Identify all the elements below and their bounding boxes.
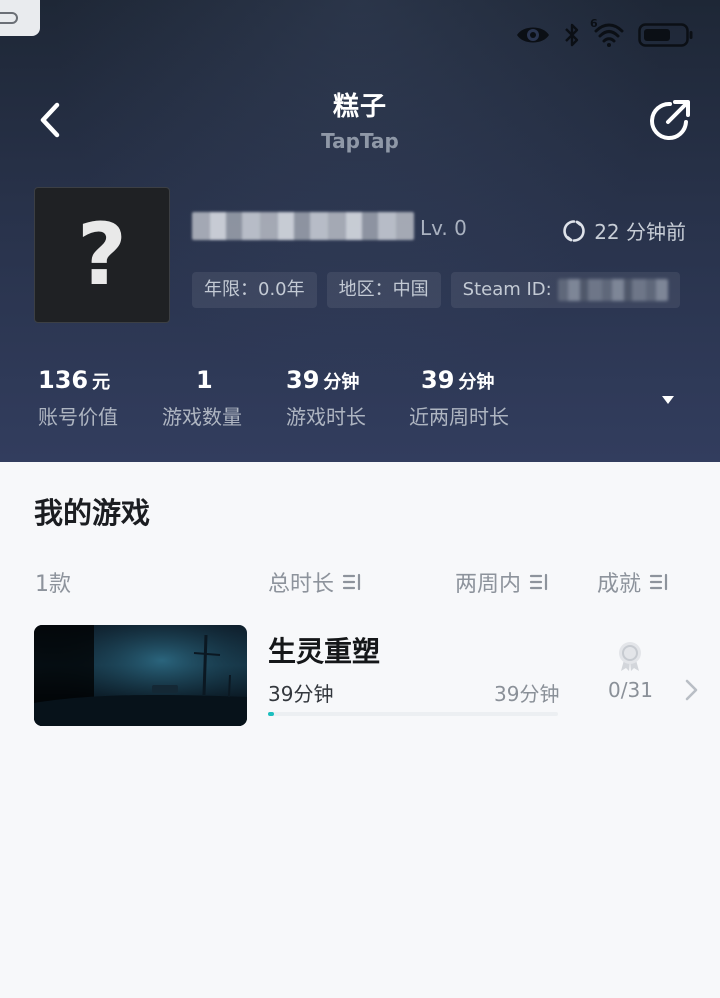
- status-bar: 6: [516, 17, 694, 52]
- blurred-username: [192, 212, 414, 240]
- bluetooth-icon: [564, 22, 580, 48]
- stat-label: 游戏数量: [162, 405, 242, 429]
- share-icon: [650, 100, 690, 140]
- steam-id-label: Steam ID:: [462, 279, 552, 300]
- expand-stats-icon[interactable]: [658, 392, 678, 408]
- game-count-text: 1款: [35, 572, 71, 597]
- stat-value: 1: [196, 366, 213, 394]
- sort-icon: [649, 573, 668, 591]
- account-years-chip: 年限：0.0年: [192, 272, 317, 308]
- stat-label: 近两周时长: [409, 405, 509, 429]
- sort-total-time-label: 总时长: [268, 572, 335, 597]
- profile-name-row: Lv. 0 22 分钟前: [190, 206, 690, 252]
- achievement-progress-fill: [268, 712, 274, 716]
- sort-icon: [529, 573, 548, 591]
- last-sync-button[interactable]: 22 分钟前: [562, 216, 686, 245]
- share-button[interactable]: [646, 96, 694, 144]
- section-title-my-games: 我的游戏: [34, 496, 151, 530]
- games-table-header: 1款 总时长 两周内 成就: [0, 562, 720, 602]
- floating-window-handle[interactable]: [0, 0, 40, 36]
- stat-account-value: 136 元 账号价值: [38, 364, 118, 430]
- sync-icon: [563, 219, 585, 242]
- stat-label: 游戏时长: [286, 405, 366, 429]
- avatar-placeholder: ?: [77, 205, 127, 305]
- stat-recent-play-time: 39 分钟 近两周时长: [409, 364, 509, 430]
- stat-value: 39: [421, 366, 455, 394]
- achievement-progress-bar: [268, 712, 558, 716]
- wifi-badge: 6: [590, 17, 598, 30]
- last-sync-time: 22 分钟前: [594, 220, 686, 244]
- sort-recent-time-button[interactable]: 两周内: [455, 566, 549, 598]
- top-nav: 糕子 TapTap: [0, 80, 720, 160]
- achievement-medal-icon: [619, 642, 641, 671]
- brand-logo-text: TapTap: [321, 129, 399, 153]
- page-title: 糕子: [332, 92, 387, 122]
- stat-unit: 分钟: [323, 372, 360, 393]
- avatar[interactable]: ?: [34, 187, 170, 323]
- achievement-count: 0/31: [608, 678, 653, 702]
- stat-unit: 分钟: [458, 372, 495, 393]
- game-recent-time: 39分钟: [494, 682, 560, 706]
- game-count-label: 1款: [35, 566, 71, 598]
- chevron-right-icon: [685, 679, 698, 701]
- sort-total-time-button[interactable]: 总时长: [268, 566, 362, 598]
- stat-game-count: 1 游戏数量: [162, 364, 242, 430]
- stat-unit: 元: [92, 372, 111, 393]
- sort-achievements-button[interactable]: 成就: [597, 566, 669, 598]
- stat-label: 账号价值: [38, 405, 118, 429]
- blurred-steam-id: [557, 279, 668, 301]
- stat-value: 39: [286, 366, 320, 394]
- user-level: Lv. 0: [420, 216, 467, 240]
- sort-icon: [342, 573, 361, 591]
- game-total-time: 39分钟: [268, 682, 334, 706]
- stats-row: 136 元 账号价值 1 游戏数量 39 分钟 游戏时长 39 分钟 近两周时长: [0, 364, 720, 434]
- profile-chips: 年限：0.0年 地区：中国 Steam ID:: [192, 272, 680, 308]
- game-title: 生灵重塑: [268, 635, 381, 668]
- game-list-item[interactable]: 生灵重塑 39分钟 39分钟 0/31: [0, 620, 720, 732]
- steam-id-chip: Steam ID:: [450, 272, 680, 308]
- wifi-icon: 6: [590, 17, 624, 47]
- sort-achievements-label: 成就: [597, 572, 642, 597]
- pill-icon: [0, 12, 18, 24]
- eye-icon: [516, 24, 550, 46]
- region-chip: 地区：中国: [326, 272, 441, 308]
- profile-header: 6 糕子 TapTap ? Lv. 0 22 分钟前 年限：0.0年 地区：中国…: [0, 0, 720, 462]
- game-cover-image: [34, 625, 247, 726]
- stat-value: 136: [38, 366, 89, 394]
- stat-play-time: 39 分钟 游戏时长: [286, 364, 366, 430]
- title-block: 糕子 TapTap: [0, 86, 720, 153]
- sort-recent-time-label: 两周内: [455, 572, 522, 597]
- battery-icon: [638, 22, 694, 48]
